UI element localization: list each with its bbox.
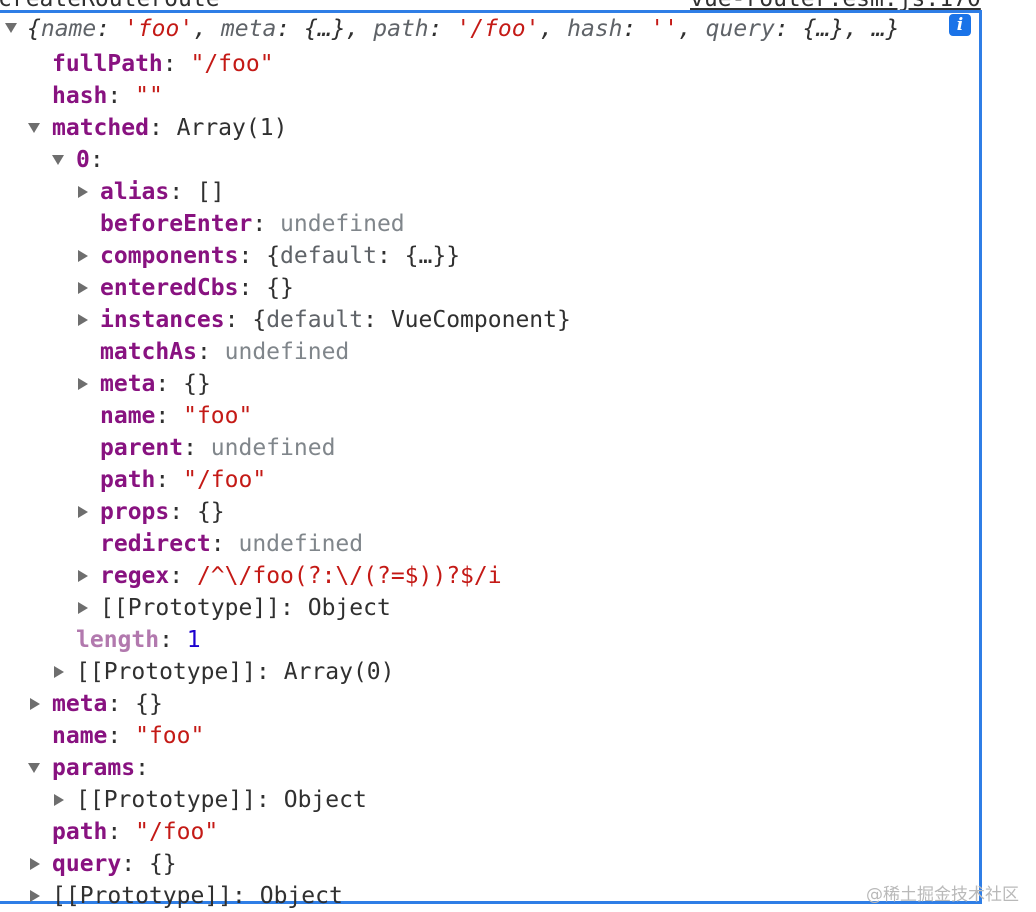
property-value: {default: VueComponent} bbox=[252, 307, 571, 333]
property-key: params bbox=[52, 755, 136, 781]
property-value: {} bbox=[266, 275, 294, 301]
object-inspector-panel: {name: 'foo', meta: {…}, path: '/foo', h… bbox=[0, 10, 982, 909]
property-key: components bbox=[100, 243, 239, 269]
property-key: path bbox=[52, 819, 108, 845]
property-value: Object bbox=[283, 787, 367, 813]
property-value: undefined bbox=[224, 339, 350, 365]
property-value: undefined bbox=[210, 435, 336, 461]
property-value: {default: {…}} bbox=[266, 243, 461, 269]
property-value: {} bbox=[135, 691, 163, 717]
property-key: name bbox=[52, 723, 108, 749]
property-key: enteredCbs bbox=[100, 275, 239, 301]
collapse-arrow-icon[interactable] bbox=[5, 23, 17, 33]
property-key: props bbox=[100, 499, 170, 525]
property-key: [[Prototype]] bbox=[52, 883, 233, 909]
property-value: {} bbox=[196, 499, 225, 525]
property-value: Array(0) bbox=[283, 659, 395, 685]
property-key: [[Prototype]] bbox=[76, 787, 257, 813]
property-key: [[Prototype]] bbox=[76, 659, 257, 685]
property-key: [[Prototype]] bbox=[100, 595, 281, 621]
property-key: name bbox=[100, 403, 156, 429]
expand-arrow-icon[interactable] bbox=[78, 602, 88, 614]
property-value: "foo" bbox=[135, 723, 205, 749]
property-key: hash bbox=[52, 83, 108, 109]
property-value: "" bbox=[135, 83, 163, 109]
expand-arrow-icon[interactable] bbox=[54, 666, 64, 678]
property-value: undefined bbox=[238, 531, 364, 557]
property-value: Array(1) bbox=[176, 115, 288, 141]
expand-arrow-icon[interactable] bbox=[30, 890, 40, 902]
property-value: {} bbox=[183, 371, 211, 397]
expand-arrow-icon[interactable] bbox=[78, 282, 88, 294]
expand-arrow-icon[interactable] bbox=[78, 506, 88, 518]
collapse-arrow-icon[interactable] bbox=[28, 763, 40, 773]
property-key: matchAs bbox=[100, 339, 197, 365]
property-key: length bbox=[76, 627, 160, 653]
property-key: meta bbox=[100, 371, 156, 397]
property-key: meta bbox=[52, 691, 108, 717]
property-key: query bbox=[52, 851, 122, 877]
info-icon[interactable]: i bbox=[949, 14, 971, 36]
property-value: "foo" bbox=[183, 403, 253, 429]
property-key: parent bbox=[100, 435, 184, 461]
console-source-bar: createRouteroute vue-router.esm.js:170 bbox=[0, 0, 1036, 12]
property-value: "/foo" bbox=[135, 819, 219, 845]
property-key: path bbox=[100, 467, 156, 493]
expand-arrow-icon[interactable] bbox=[78, 186, 88, 198]
expand-arrow-icon[interactable] bbox=[30, 858, 40, 870]
expand-arrow-icon[interactable] bbox=[54, 794, 64, 806]
property-key: beforeEnter bbox=[100, 211, 253, 237]
property-value: /^\/foo(?:\/(?=$))?$/i bbox=[196, 563, 502, 589]
property-value: {} bbox=[148, 851, 177, 877]
property-key: redirect bbox=[100, 531, 211, 557]
collapse-arrow-icon[interactable] bbox=[28, 123, 40, 133]
property-key: alias bbox=[100, 179, 170, 205]
property-value: Object bbox=[259, 883, 343, 909]
property-value: undefined bbox=[280, 211, 405, 237]
expand-arrow-icon[interactable] bbox=[78, 570, 88, 582]
expand-arrow-icon[interactable] bbox=[78, 250, 88, 262]
watermark: @稀土掘金技术社区 bbox=[866, 885, 1019, 905]
expand-arrow-icon[interactable] bbox=[78, 378, 88, 390]
root-object-preview: {name: 'foo', meta: {…}, path: '/foo', h… bbox=[27, 16, 900, 42]
property-value: "/foo" bbox=[183, 467, 267, 493]
expand-arrow-icon[interactable] bbox=[30, 698, 40, 710]
property-value: Object bbox=[307, 595, 391, 621]
expand-arrow-icon[interactable] bbox=[78, 314, 88, 326]
property-key: instances bbox=[100, 307, 225, 333]
property-value: 1 bbox=[186, 627, 201, 653]
property-key: matched bbox=[52, 115, 149, 141]
property-value: [] bbox=[196, 179, 225, 205]
property-key: 0 bbox=[76, 147, 90, 173]
collapse-arrow-icon[interactable] bbox=[52, 155, 64, 165]
property-value: "/foo" bbox=[190, 51, 274, 77]
property-key: regex bbox=[100, 563, 170, 589]
property-key: fullPath bbox=[52, 51, 163, 77]
